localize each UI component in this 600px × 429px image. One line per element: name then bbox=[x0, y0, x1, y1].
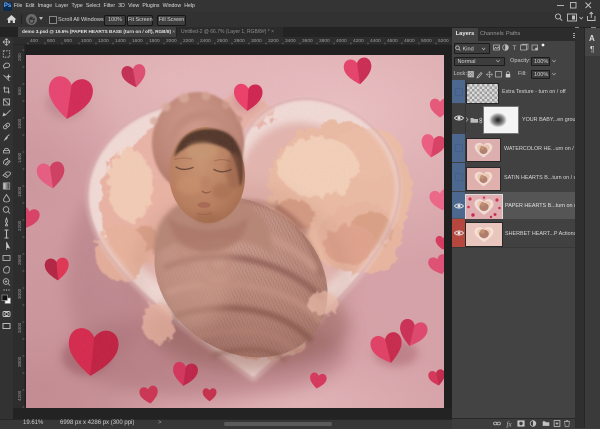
svg-text:1800: 1800 bbox=[17, 186, 22, 197]
svg-text:fx: fx bbox=[507, 421, 513, 429]
svg-text:1000: 1000 bbox=[81, 38, 92, 44]
svg-text:1400: 1400 bbox=[115, 38, 126, 44]
svg-text:2600: 2600 bbox=[17, 254, 22, 265]
svg-text:3800: 3800 bbox=[319, 38, 330, 44]
svg-text:4200: 4200 bbox=[353, 38, 364, 44]
svg-text:1800: 1800 bbox=[149, 38, 160, 44]
svg-text:5000: 5000 bbox=[421, 38, 432, 44]
svg-text:2600: 2600 bbox=[217, 38, 228, 44]
svg-text:1000: 1000 bbox=[17, 118, 22, 129]
svg-text:1600: 1600 bbox=[132, 38, 143, 44]
svg-text:2400: 2400 bbox=[200, 38, 211, 44]
svg-text:1400: 1400 bbox=[17, 152, 22, 163]
svg-text:200: 200 bbox=[17, 53, 22, 61]
svg-text:3600: 3600 bbox=[302, 38, 313, 44]
svg-text:2200: 2200 bbox=[17, 220, 22, 231]
svg-text:800: 800 bbox=[64, 38, 72, 44]
svg-text:4600: 4600 bbox=[387, 38, 398, 44]
svg-text:4000: 4000 bbox=[336, 38, 347, 44]
svg-text:3400: 3400 bbox=[285, 38, 296, 44]
svg-text:Kind: Kind bbox=[463, 46, 474, 51]
svg-text:600: 600 bbox=[47, 38, 55, 44]
svg-text:4800: 4800 bbox=[404, 38, 415, 44]
svg-text:4400: 4400 bbox=[370, 38, 381, 44]
svg-text:1200: 1200 bbox=[98, 38, 109, 44]
svg-text:T: T bbox=[513, 45, 517, 52]
svg-text:3400: 3400 bbox=[17, 322, 22, 333]
svg-text:600: 600 bbox=[17, 87, 22, 95]
svg-text:5200: 5200 bbox=[438, 38, 449, 44]
svg-text:2800: 2800 bbox=[234, 38, 245, 44]
svg-text:2000: 2000 bbox=[166, 38, 177, 44]
svg-text:3000: 3000 bbox=[17, 288, 22, 299]
svg-text:400: 400 bbox=[30, 38, 38, 44]
svg-text:3000: 3000 bbox=[251, 38, 262, 44]
svg-text:3800: 3800 bbox=[17, 356, 22, 367]
svg-text:4200: 4200 bbox=[17, 390, 22, 401]
svg-text:3200: 3200 bbox=[268, 38, 279, 44]
svg-text:2200: 2200 bbox=[183, 38, 194, 44]
